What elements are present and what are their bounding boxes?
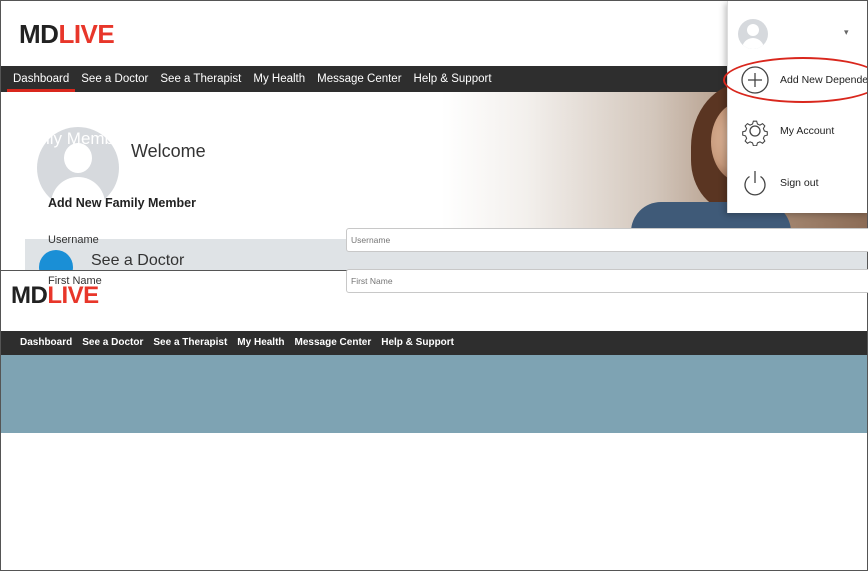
nav-my-health[interactable]: My Health (247, 66, 311, 92)
user-menu-dropdown: ▾ Add New Dependen My Account Sign out (727, 1, 867, 213)
form-title: Add New Family Member (48, 196, 196, 210)
welcome-text: Welcome (131, 141, 206, 161)
menu-sign-out[interactable]: Sign out (728, 161, 867, 205)
nav-dashboard[interactable]: Dashboard (15, 331, 77, 355)
menu-item-label: Sign out (780, 177, 819, 189)
nav-message-center[interactable]: Message Center (290, 331, 377, 355)
user-avatar-icon[interactable] (738, 19, 768, 49)
nav-dashboard[interactable]: Dashboard (7, 66, 76, 92)
nav-my-health[interactable]: My Health (232, 331, 289, 355)
menu-my-account[interactable]: My Account (728, 109, 867, 153)
mdlive-logo[interactable]: MDLIVE (19, 19, 115, 50)
nav-help-support[interactable]: Help & Support (376, 331, 459, 355)
page-title: Family Members (12, 129, 138, 148)
nav-see-a-doctor[interactable]: See a Doctor (77, 331, 148, 355)
menu-item-label: My Account (780, 125, 835, 137)
nav-see-a-doctor[interactable]: See a Doctor (75, 66, 154, 92)
username-label: Username (48, 234, 99, 246)
username-input[interactable] (346, 228, 868, 252)
main-nav: Dashboard See a Doctor See a Therapist M… (1, 331, 867, 355)
family-members-panel: MDLIVE Dashboard See a Doctor See a Ther… (0, 270, 868, 571)
see-doctor-label[interactable]: See a Doctor (91, 252, 184, 270)
family-members-banner (1, 355, 867, 433)
gear-icon (740, 116, 770, 146)
chevron-down-icon[interactable]: ▾ (844, 27, 849, 38)
power-icon (740, 168, 770, 198)
nav-message-center[interactable]: Message Center (311, 66, 407, 92)
first-name-input[interactable] (346, 269, 868, 293)
nav-help-support[interactable]: Help & Support (408, 66, 498, 92)
nav-see-a-therapist[interactable]: See a Therapist (148, 331, 232, 355)
first-name-label: First Name (48, 275, 102, 287)
nav-see-a-therapist[interactable]: See a Therapist (154, 66, 247, 92)
